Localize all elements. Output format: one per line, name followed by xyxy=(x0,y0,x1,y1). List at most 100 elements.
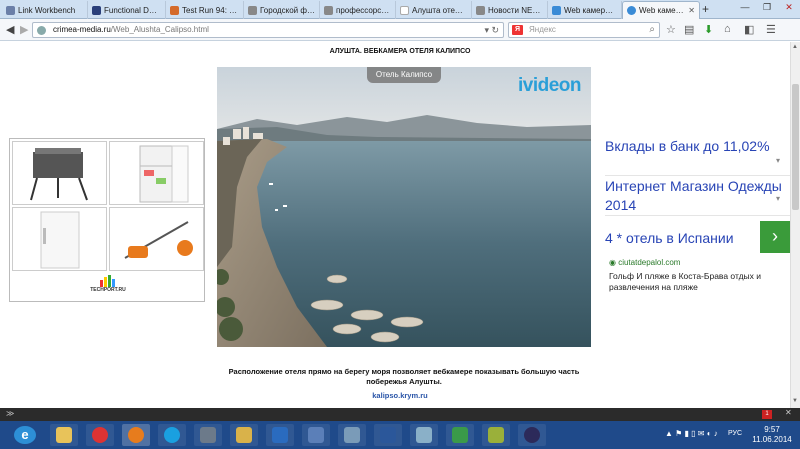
tab-label: Functional Des... xyxy=(104,5,161,15)
taskbar-app3[interactable] xyxy=(410,424,438,446)
tab-label: Городской фо... xyxy=(260,5,315,15)
word-icon xyxy=(380,427,396,443)
url-path: /Web_Alushta_Calipso.html xyxy=(110,25,209,34)
taskbar-firefox[interactable] xyxy=(122,424,150,446)
close-addon-bar-icon[interactable]: ✕ xyxy=(785,408,792,417)
network-icon xyxy=(236,427,252,443)
address-bar[interactable]: crimea-media.ru/Web_Alushta_Calipso.html… xyxy=(32,22,504,38)
taskbar-eclipse[interactable] xyxy=(518,424,546,446)
techport-logo[interactable]: TECHPORT.RU xyxy=(10,275,206,293)
download-icon[interactable]: ⬇ xyxy=(704,23,713,36)
ad-link-clothing[interactable]: Интернет Магазин Одежды 2014 ▾ xyxy=(605,177,790,215)
tab-label: Алушта отель Кал... xyxy=(412,5,467,15)
hotel-link[interactable]: kalipso.krym.ru xyxy=(0,391,800,400)
camera-label: Отель Калипсо xyxy=(367,67,441,83)
back-icon[interactable]: ◀ xyxy=(6,23,14,36)
webcam-image[interactable]: Отель Калипсо ivideon xyxy=(217,67,591,347)
tab-web-cameras[interactable]: Web камеры К... xyxy=(548,1,622,19)
tab-novosti[interactable]: Новости NEW... xyxy=(472,1,548,19)
app-icon xyxy=(416,427,432,443)
app-icon xyxy=(488,427,504,443)
maximize-icon[interactable]: ❐ xyxy=(756,0,778,14)
outlook-icon xyxy=(272,427,288,443)
tab-functional-des[interactable]: Functional Des... xyxy=(88,1,166,19)
ad-site-link[interactable]: ◉ ciutatdepalol.com xyxy=(609,258,680,267)
folder-icon xyxy=(56,427,72,443)
ad-product-fridge[interactable] xyxy=(12,207,107,271)
new-tab-icon[interactable]: + xyxy=(702,2,709,16)
grill-icon xyxy=(30,148,88,201)
forward-icon[interactable]: ▶ xyxy=(20,23,28,36)
taskbar-app1[interactable] xyxy=(194,424,222,446)
ad-product-fridge-open[interactable] xyxy=(109,141,204,205)
tab-favicon-icon xyxy=(92,5,101,15)
home-icon[interactable]: ⌂ xyxy=(724,23,731,35)
clock[interactable]: 9:57 11.06.2014 xyxy=(752,425,792,445)
taskbar-chrome[interactable] xyxy=(86,424,114,446)
tab-test-run[interactable]: Test Run 94: Fa... xyxy=(166,1,244,19)
ad-site-label: ciutatdepalol.com xyxy=(618,258,681,267)
tab-label: Link Workbench xyxy=(18,5,76,15)
taskbar-skype[interactable] xyxy=(158,424,186,446)
taskbar-app4[interactable] xyxy=(446,424,474,446)
tab-gorodskoy[interactable]: Городской фо... xyxy=(244,1,320,19)
windows-taskbar: e ▲ ⚑ ▮ ▯ ✉ ◐ ♪ РУС 9:57 11.06.2014 xyxy=(0,421,800,449)
clock-time: 9:57 xyxy=(764,425,780,434)
tab-label: Web камерь... xyxy=(639,6,685,15)
close-window-icon[interactable]: ✕ xyxy=(778,0,800,14)
search-placeholder: Яндекс xyxy=(529,25,556,34)
navigation-bar: ◀ ▶ crimea-media.ru/Web_Alushta_Calipso.… xyxy=(0,19,800,41)
search-icon[interactable]: ⌕ xyxy=(649,23,655,37)
ad-hotel-label: 4 * отель в Испании xyxy=(605,230,734,246)
star-icon[interactable]: ☆ xyxy=(666,23,676,36)
app-icon xyxy=(452,427,468,443)
menu-icon[interactable]: ☰ xyxy=(766,23,776,36)
tab-favicon-icon xyxy=(324,5,333,15)
chevron-down-icon: ▾ xyxy=(775,194,780,203)
taskbar-explorer[interactable] xyxy=(50,424,78,446)
ad-product-trimmer[interactable] xyxy=(109,207,204,271)
app-icon xyxy=(344,427,360,443)
virtualbox-icon xyxy=(308,427,324,443)
taskbar-app2[interactable] xyxy=(338,424,366,446)
url-host: crimea-media.ru xyxy=(53,25,111,34)
search-input[interactable]: Я Яндекс ⌕ xyxy=(508,22,660,38)
tab-favicon-icon xyxy=(170,5,179,15)
minimize-icon[interactable]: — xyxy=(734,0,756,14)
webcam-scene xyxy=(217,67,591,347)
notification-badge[interactable]: 1 xyxy=(762,410,772,419)
ie-icon[interactable]: e xyxy=(14,426,36,444)
taskbar-virtualbox[interactable] xyxy=(302,424,330,446)
taskbar-word[interactable] xyxy=(374,424,402,446)
bookmarks-icon[interactable]: ▤ xyxy=(684,23,694,36)
tab-professorski[interactable]: профессорски... xyxy=(320,1,396,19)
addon-bar-icon[interactable]: ≫ xyxy=(6,409,14,418)
ad-link-deposits[interactable]: Вклады в банк до 11,02% ▾ xyxy=(605,137,790,165)
scrollbar[interactable]: ▲ ▼ xyxy=(790,42,800,408)
language-indicator[interactable]: РУС xyxy=(728,430,742,437)
divider xyxy=(605,215,790,216)
tab-link-workbench[interactable]: Link Workbench xyxy=(2,1,88,19)
close-tab-icon[interactable]: ✕ xyxy=(688,6,695,15)
left-advertisement[interactable]: ▷✕ xyxy=(9,138,205,302)
reload-icon[interactable]: ▾ ↻ xyxy=(484,23,499,37)
addon-icon[interactable]: ◧ xyxy=(744,23,754,36)
ad-clothing-label: Интернет Магазин Одежды 2014 xyxy=(605,178,782,213)
ad-product-grill[interactable] xyxy=(12,141,107,205)
tab-alushta-hotel[interactable]: Алушта отель Кал... xyxy=(396,1,472,19)
addon-bar: ≫ 1 ✕ xyxy=(0,408,800,421)
ad-go-arrow-icon[interactable]: › xyxy=(760,221,790,253)
system-tray-icons[interactable]: ▲ ⚑ ▮ ▯ ✉ ◐ ♪ xyxy=(665,429,718,438)
taskbar-outlook[interactable] xyxy=(266,424,294,446)
taskbar-network[interactable] xyxy=(230,424,258,446)
ivideon-logo[interactable]: ivideon xyxy=(518,75,582,97)
tab-favicon-icon xyxy=(552,5,561,15)
tab-web-camera-active[interactable]: Web камерь... ✕ xyxy=(622,1,700,19)
taskbar-app5[interactable] xyxy=(482,424,510,446)
app-icon xyxy=(200,427,216,443)
eclipse-icon xyxy=(524,427,540,443)
tab-label: Test Run 94: Fa... xyxy=(182,5,239,15)
tab-favicon-icon xyxy=(6,5,15,15)
tab-favicon-icon xyxy=(627,6,636,15)
scrollbar-thumb[interactable] xyxy=(792,84,799,210)
